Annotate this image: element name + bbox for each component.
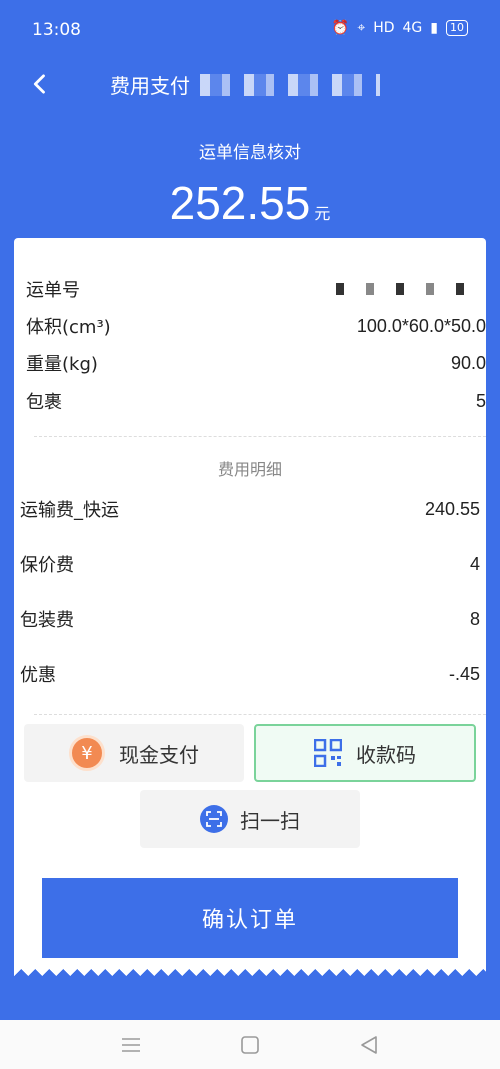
battery-icon: 10: [446, 20, 468, 36]
info-label: 运单号: [26, 280, 80, 301]
signal-label: 4G: [402, 20, 423, 36]
menu-icon[interactable]: [118, 1032, 144, 1058]
info-value: 5: [475, 390, 486, 411]
fee-label: 优惠: [20, 665, 56, 686]
divider: [34, 714, 486, 715]
submit-order-button[interactable]: 确认订单: [42, 878, 458, 958]
cash-payment-label: 现金支付: [119, 742, 199, 767]
cash-payment-button[interactable]: ¥ 现金支付: [24, 724, 244, 782]
divider: [34, 436, 486, 437]
fee-row-packaging: 包装费 8: [20, 604, 480, 634]
fee-value: 4: [469, 553, 480, 574]
network-label: HD: [373, 20, 395, 36]
signal-icon: ▮: [430, 20, 438, 36]
fee-value: -.45: [448, 663, 480, 684]
page-title: 费用支付: [110, 74, 190, 98]
info-value: 100.0*60.0*50.0: [356, 315, 486, 336]
scan-label: 扫一扫: [240, 808, 300, 833]
ticket-zigzag-edge: [14, 962, 486, 976]
total-amount: 252.55 元: [0, 176, 500, 230]
yen-icon: ¥: [69, 735, 105, 771]
back-arrow-icon[interactable]: [26, 70, 54, 98]
fee-row-insurance: 保价费 4: [20, 549, 480, 579]
back-triangle-icon[interactable]: [356, 1032, 382, 1058]
qr-code-icon: [314, 739, 342, 767]
status-bar: 13:08 ⏰ ⌖ HD 4G ▮ 10: [0, 0, 500, 60]
amount-unit: 元: [314, 204, 331, 223]
location-icon: ⌖: [357, 20, 366, 36]
scan-icon: [200, 805, 228, 833]
status-time: 13:08: [32, 20, 81, 40]
scan-button[interactable]: 扫一扫: [140, 790, 360, 848]
submit-order-label: 确认订单: [201, 908, 298, 933]
qr-payment-button[interactable]: 收款码: [254, 724, 476, 782]
info-label: 体积(cm³): [26, 317, 111, 338]
redacted-title-mosaic: [200, 74, 380, 96]
fee-value: 240.55: [424, 498, 480, 519]
fee-row-discount: 优惠 -.45: [20, 659, 480, 689]
info-row-weight: 重量(kg) 90.0: [26, 348, 486, 378]
redacted-waybill-mosaic: [336, 283, 486, 295]
info-value: 90.0: [450, 352, 486, 373]
system-nav-bar: [0, 1020, 500, 1069]
fee-value: 8: [469, 608, 480, 629]
alarm-icon: ⏰: [331, 20, 350, 36]
header-subtitle: 运单信息核对: [199, 143, 301, 163]
fee-label: 包装费: [20, 610, 74, 631]
home-icon[interactable]: [237, 1032, 263, 1058]
info-row-volume: 体积(cm³) 100.0*60.0*50.0: [26, 311, 486, 341]
amount-value: 252.55: [169, 177, 311, 229]
nav-bar: 费用支付: [0, 60, 500, 110]
order-card: 运单号 体积(cm³) 100.0*60.0*50.0 重量(kg) 90.0 …: [14, 238, 486, 968]
info-label: 重量(kg): [26, 354, 98, 375]
info-row-packages: 包裹 5: [26, 386, 486, 416]
fee-label: 保价费: [20, 555, 74, 576]
qr-payment-label: 收款码: [356, 742, 416, 767]
info-row-waybill: 运单号: [26, 274, 486, 304]
fee-row-transport: 运输费_快运 240.55: [20, 494, 480, 524]
fee-section-title: 费用明细: [217, 460, 282, 479]
info-label: 包裹: [26, 392, 62, 413]
fee-label: 运输费_快运: [20, 500, 119, 521]
status-icons: ⏰ ⌖ HD 4G ▮ 10: [332, 20, 468, 36]
